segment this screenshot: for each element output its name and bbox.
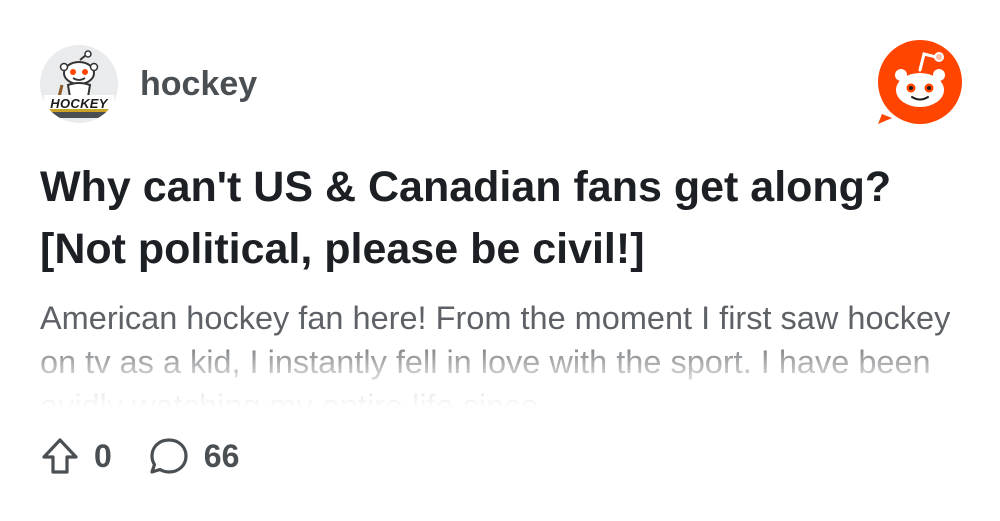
post-stats: 0 66 <box>40 434 275 478</box>
post-body-preview[interactable]: American hockey fan here! From the momen… <box>40 296 975 412</box>
subreddit-avatar-text: HOCKEY <box>50 96 108 111</box>
comment-count: 66 <box>203 437 240 474</box>
post-title[interactable]: Why can't US & Canadian fans get along? … <box>40 156 970 280</box>
upvote-count: 0 <box>94 437 112 474</box>
subreddit-name[interactable]: hockey <box>140 65 257 104</box>
hockey-snoo-icon <box>40 45 118 123</box>
comments-button[interactable]: 66 <box>148 436 240 476</box>
post-header: HOCKEY hockey <box>40 44 257 124</box>
reddit-snoo-icon <box>878 40 962 124</box>
upvote-arrow-icon[interactable] <box>40 436 80 476</box>
subreddit-avatar[interactable]: HOCKEY <box>40 45 118 123</box>
comment-bubble-icon[interactable] <box>148 436 190 476</box>
upvote-button[interactable]: 0 <box>40 436 112 476</box>
